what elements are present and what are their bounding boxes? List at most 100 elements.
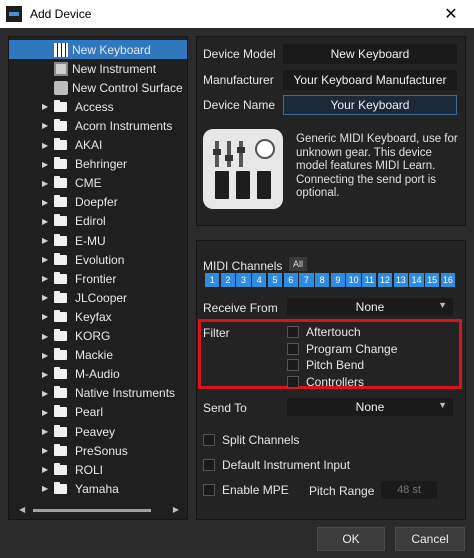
tree-item-folder[interactable]: ▶ Acorn Instruments [9, 116, 187, 135]
tree-item-folder[interactable]: ▶ PreSonus [9, 441, 187, 460]
chevron-right-icon[interactable]: ▶ [42, 102, 52, 111]
enable-mpe-checkbox[interactable]: Enable MPE [203, 483, 289, 497]
pitch-range-field[interactable]: 48 st [381, 481, 437, 499]
ok-button[interactable]: OK [317, 527, 385, 551]
filter-checkbox-row[interactable]: Controllers [287, 375, 364, 389]
all-channels-button[interactable]: All [289, 257, 307, 271]
chevron-right-icon[interactable]: ▶ [42, 427, 52, 436]
folder-icon [54, 443, 67, 456]
tree-item-folder[interactable]: ▶ Behringer [9, 155, 187, 174]
midi-channel-button[interactable]: 14 [409, 273, 424, 287]
device-name-field[interactable]: Your Keyboard [283, 95, 457, 115]
close-icon[interactable]: ✕ [428, 0, 474, 28]
chevron-right-icon[interactable]: ▶ [42, 255, 52, 264]
tree-item-folder[interactable]: ▶ AKAI [9, 136, 187, 155]
midi-channel-button[interactable]: 9 [330, 273, 345, 287]
checkbox[interactable] [287, 359, 299, 371]
chevron-right-icon[interactable]: ▶ [42, 312, 52, 321]
tree-item-folder[interactable]: ▶ CME [9, 174, 187, 193]
midi-channel-button[interactable]: 15 [425, 273, 440, 287]
checkbox[interactable] [203, 459, 215, 471]
chevron-right-icon[interactable]: ▶ [42, 332, 52, 341]
checkbox[interactable] [287, 342, 299, 355]
filter-checkbox-row[interactable]: Program Change [287, 342, 397, 356]
chevron-right-icon[interactable]: ▶ [42, 121, 52, 130]
midi-channel-button[interactable]: 5 [267, 273, 283, 287]
chevron-right-icon[interactable]: ▶ [42, 465, 52, 474]
tree-item-device[interactable]: New Control Surface [9, 78, 187, 97]
tree-item-folder[interactable]: ▶ Native Instruments [9, 384, 187, 403]
tree-item-folder[interactable]: ▶ ROLI [9, 460, 187, 479]
chevron-right-icon[interactable]: ▶ [42, 389, 52, 398]
chevron-right-icon[interactable]: ▶ [42, 446, 52, 455]
horizontal-scrollbar[interactable]: ◀ ▶ [19, 505, 179, 514]
folder-icon [54, 176, 67, 189]
chevron-right-icon[interactable]: ▶ [42, 217, 52, 226]
midi-channel-button[interactable]: 12 [377, 273, 393, 287]
tree-item-folder[interactable]: ▶ JLCooper [9, 288, 187, 307]
tree-item-folder[interactable]: ▶ Doepfer [9, 193, 187, 212]
send-to-dropdown[interactable]: None ▼ [287, 398, 453, 416]
chevron-right-icon[interactable]: ▶ [42, 370, 52, 379]
midi-channel-button[interactable]: 10 [346, 273, 361, 287]
tree-item-folder[interactable]: ▶ Edirol [9, 212, 187, 231]
device-model-value[interactable]: New Keyboard [283, 44, 457, 64]
key-icon [215, 171, 229, 199]
tree-item-device[interactable]: New Keyboard [9, 40, 187, 59]
midi-channel-button[interactable]: 2 [220, 273, 235, 287]
device-model-label: Device Model [203, 47, 276, 61]
midi-channel-button[interactable]: 8 [315, 273, 330, 287]
midi-channel-button[interactable]: 11 [362, 273, 377, 287]
tree-item-folder[interactable]: ▶ Mackie [9, 346, 187, 365]
midi-channel-button[interactable]: 16 [440, 273, 455, 287]
filter-checkbox-row[interactable]: Pitch Bend [287, 358, 364, 372]
split-channels-checkbox[interactable]: Split Channels [203, 433, 299, 447]
tree-item-folder[interactable]: ▶ M-Audio [9, 365, 187, 384]
receive-from-dropdown[interactable]: None ▼ [287, 298, 453, 316]
folder-icon [54, 118, 67, 131]
checkbox[interactable] [203, 434, 215, 446]
chevron-right-icon[interactable]: ▶ [42, 274, 52, 283]
tree-item-folder[interactable]: ▶ Evolution [9, 250, 187, 269]
midi-channel-button[interactable]: 13 [393, 273, 408, 287]
checkbox[interactable] [287, 326, 299, 338]
tree-item-folder[interactable]: ▶ KORG [9, 327, 187, 346]
tree-item-label: Acorn Instruments [75, 118, 173, 133]
control-surface-icon [54, 80, 68, 95]
device-tree[interactable]: ◀ ▶ New Keyboard New Instrument New Contro… [8, 36, 188, 520]
midi-channel-button[interactable]: 3 [236, 273, 251, 287]
scroll-left-icon[interactable]: ◀ [19, 505, 25, 514]
chevron-right-icon[interactable]: ▶ [42, 160, 52, 169]
tree-item-folder[interactable]: ▶ Frontier [9, 269, 187, 288]
cancel-button[interactable]: Cancel [395, 527, 465, 551]
default-instrument-input-checkbox[interactable]: Default Instrument Input [203, 458, 350, 472]
chevron-right-icon[interactable]: ▶ [42, 293, 52, 302]
tree-item-folder[interactable]: ▶ Peavey [9, 422, 187, 441]
tree-item-folder[interactable]: ▶ Yamaha [9, 479, 187, 498]
checkbox[interactable] [287, 375, 299, 388]
chevron-right-icon[interactable]: ▶ [42, 484, 52, 493]
folder-icon [54, 195, 67, 208]
chevron-right-icon[interactable]: ▶ [42, 408, 52, 417]
chevron-right-icon[interactable]: ▶ [42, 198, 52, 207]
chevron-right-icon[interactable]: ▶ [42, 351, 52, 360]
midi-channel-button[interactable]: 4 [252, 273, 267, 287]
checkbox[interactable] [203, 484, 215, 496]
scrollbar-thumb[interactable] [33, 509, 151, 512]
midi-channel-button[interactable]: 7 [299, 273, 314, 287]
chevron-right-icon[interactable]: ▶ [42, 141, 52, 150]
manufacturer-field[interactable]: Your Keyboard Manufacturer [283, 70, 457, 90]
tree-item-folder[interactable]: ▶ Pearl [9, 403, 187, 422]
filter-checkbox-row[interactable]: Aftertouch [287, 325, 361, 339]
chevron-right-icon[interactable]: ▶ [42, 236, 52, 245]
tree-item-device[interactable]: New Instrument [9, 59, 187, 78]
filter-label: Pitch Bend [306, 358, 365, 372]
tree-item-folder[interactable]: ▶ Keyfax [9, 307, 187, 326]
midi-channel-button[interactable]: 6 [283, 273, 298, 287]
midi-channel-button[interactable]: 1 [205, 273, 220, 287]
midi-settings-panel: MIDI Channels All 1 2 3 4 5 6 7 8 9 10 11 12 13 14 15 1… [196, 240, 466, 520]
scroll-right-icon[interactable]: ▶ [173, 505, 179, 514]
chevron-right-icon[interactable]: ▶ [42, 179, 52, 188]
tree-item-folder[interactable]: ▶ Access [9, 97, 187, 116]
tree-item-folder[interactable]: ▶ E-MU [9, 231, 187, 250]
